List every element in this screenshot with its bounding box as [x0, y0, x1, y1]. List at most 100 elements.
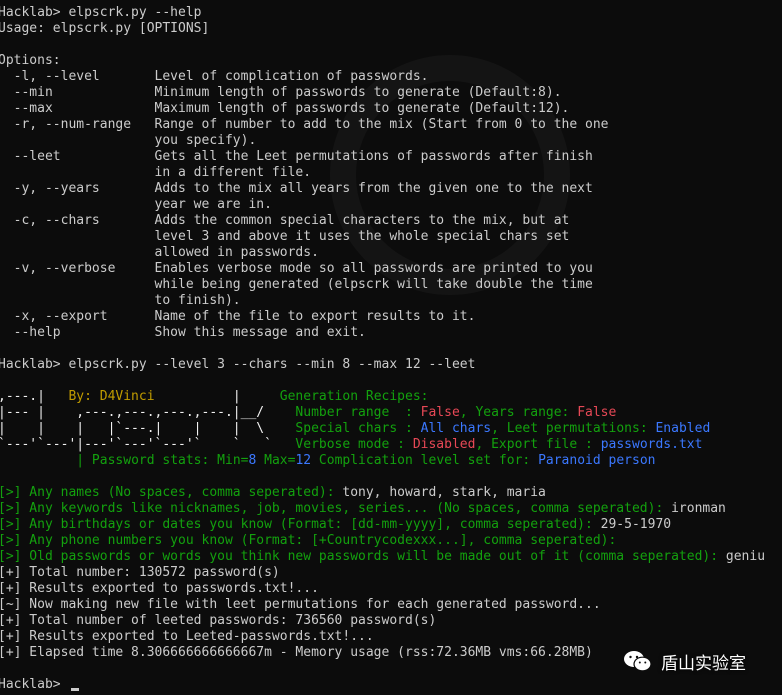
terminal-line: [~] Now making new file with leet permut… [0, 597, 765, 613]
terminal-line: Hacklab> elpscrk.py --help [0, 5, 765, 21]
terminal-line: [>] Old passwords or words you think new… [0, 549, 765, 565]
terminal-text: -y, --years Adds to the mix all years fr… [0, 181, 593, 196]
terminal-text: All chars [420, 421, 492, 436]
terminal-text: | [232, 389, 241, 404]
terminal-line: [+] Total number of leeted passwords: 73… [0, 613, 765, 629]
terminal-text: , Leet permutations: [491, 421, 656, 436]
terminal-text: `---'`---'|---'`---'`---'` ` ` [0, 437, 272, 452]
terminal-text: 29-5-1970 [600, 517, 672, 532]
terminal-text: geniu [725, 549, 766, 564]
wechat-icon [624, 651, 652, 672]
wechat-watermark: 盾山实验室 [623, 646, 746, 676]
terminal-text: Usage: elpscrk.py [OPTIONS] [0, 21, 210, 36]
terminal-text: [~] Now making new file with leet permut… [0, 597, 601, 612]
terminal-text: level 3 and above it uses the whole spec… [0, 229, 570, 244]
terminal-line: --leet Gets all the Leet permutations of… [0, 149, 765, 165]
terminal-line: | | | |`---.| | | \ Special chars : All … [0, 421, 765, 437]
terminal-line: [>] Any keywords like nicknames, job, mo… [0, 501, 765, 517]
terminal-text: Hacklab> elpscrk.py --help [0, 5, 202, 20]
watermark-label: 盾山实验室 [661, 653, 746, 674]
terminal-line: while being generated (elpscrk will take… [0, 277, 765, 293]
terminal-line: Usage: elpscrk.py [OPTIONS] [0, 21, 765, 37]
terminal-text: [>] Old passwords or words you think new… [0, 549, 726, 564]
terminal-line: Options: [0, 53, 765, 69]
terminal-text: Options: [0, 53, 61, 68]
terminal-text: Enabled [655, 421, 711, 436]
terminal-text: Hacklab> [0, 677, 69, 692]
terminal-window[interactable]: Hacklab> elpscrk.py --help Usage: elpscrk… [0, 0, 782, 695]
terminal-text: Number range : [271, 405, 421, 420]
terminal-text: Generation Recipes: [240, 389, 429, 404]
terminal-text: 12 [295, 453, 312, 468]
terminal-line: [+] Results exported to passwords.txt!..… [0, 581, 765, 597]
terminal-text: -v, --verbose Enables verbose mode so al… [0, 261, 593, 276]
terminal-line: you specify). [0, 133, 765, 149]
terminal-text: --help Show this message and exit. [0, 325, 366, 340]
terminal-line: |--- | ,---.,---.,---.,---.|__/ Number r… [0, 405, 765, 421]
terminal-text: [>] Any keywords like nicknames, job, mo… [0, 501, 672, 516]
terminal-line: ,---.| By: D4Vinci | Generation Recipes: [0, 389, 765, 405]
terminal-text: [+] Results exported to passwords.txt!..… [0, 581, 319, 596]
terminal-text: | | | |`---.| | | \ [0, 421, 272, 436]
terminal-text: -r, --num-range Range of number to add t… [0, 117, 609, 132]
terminal-text: Paranoid person [538, 453, 656, 468]
terminal-text: [+] Elapsed time 8.306666666666667m - Me… [0, 645, 593, 660]
terminal-text: year we are in. [0, 197, 272, 212]
terminal-line: [>] Any birthdays or dates you know (For… [0, 517, 765, 533]
terminal-text: while being generated (elpscrk will take… [0, 277, 593, 292]
terminal-text: --max Maximum length of passwords to gen… [0, 101, 570, 116]
terminal-line: -v, --verbose Enables verbose mode so al… [0, 261, 765, 277]
terminal-text: in a different file. [0, 165, 312, 180]
terminal-text: allowed in passwords. [0, 245, 319, 260]
terminal-line: to finish). [0, 293, 765, 309]
terminal-text: ,---.| [0, 389, 45, 404]
terminal-text: you specify). [0, 133, 257, 148]
terminal-text: Complication level set for: [311, 453, 539, 468]
terminal-line: in a different file. [0, 165, 765, 181]
terminal-line: -x, --export Name of the file to export … [0, 309, 765, 325]
terminal-text: [>] Any names (No spaces, comma seperate… [0, 485, 343, 500]
terminal-output: Hacklab> elpscrk.py --help Usage: elpscrk… [0, 5, 765, 693]
terminal-line: --min Minimum length of passwords to gen… [0, 85, 765, 101]
terminal-text: By: D4Vinci [44, 389, 233, 404]
terminal-text: --leet Gets all the Leet permutations of… [0, 149, 593, 164]
terminal-text: -c, --chars Adds the common special char… [0, 213, 570, 228]
terminal-line: -c, --chars Adds the common special char… [0, 213, 765, 229]
terminal-text: False [420, 405, 460, 420]
terminal-text: Special chars : [271, 421, 421, 436]
terminal-line: | Password stats: Min=8 Max=12 Complicat… [0, 453, 765, 469]
terminal-line: --help Show this message and exit. [0, 325, 765, 341]
terminal-text: | Password stats: Min= [76, 453, 249, 468]
terminal-line: Hacklab> elpscrk.py --level 3 --chars --… [0, 357, 765, 373]
terminal-text: [>] Any phone numbers you know (Format: … [0, 533, 617, 548]
terminal-text: -x, --export Name of the file to export … [0, 309, 476, 324]
terminal-text: -l, --level Level of complication of pas… [0, 69, 429, 84]
terminal-line: -l, --level Level of complication of pas… [0, 69, 765, 85]
terminal-line: allowed in passwords. [0, 245, 765, 261]
terminal-text: --min Minimum length of passwords to gen… [0, 85, 562, 100]
terminal-line: [>] Any phone numbers you know (Format: … [0, 533, 765, 549]
terminal-text: to finish). [0, 293, 241, 308]
terminal-line: year we are in. [0, 197, 765, 213]
terminal-line: --max Maximum length of passwords to gen… [0, 101, 765, 117]
terminal-text: , Years range: [459, 405, 578, 420]
terminal-line: Hacklab> [0, 677, 765, 693]
terminal-text: Hacklab> elpscrk.py --level 3 --chars --… [0, 357, 476, 372]
terminal-text: |--- | ,---.,---.,---.,---.|__/ [0, 405, 272, 420]
terminal-text: [>] Any birthdays or dates you know (For… [0, 517, 601, 532]
terminal-text: [+] Total number: 130572 password(s) [0, 565, 280, 580]
terminal-text: [+] Total number of leeted passwords: 73… [0, 613, 437, 628]
terminal-line: [>] Any names (No spaces, comma seperate… [0, 485, 765, 501]
terminal-cursor [71, 688, 79, 691]
terminal-line: `---'`---'|---'`---'`---'` ` ` Verbose m… [0, 437, 765, 453]
terminal-line: -r, --num-range Range of number to add t… [0, 117, 765, 133]
terminal-line: [+] Results exported to Leeted-passwords… [0, 629, 765, 645]
terminal-line: [+] Total number: 130572 password(s) [0, 565, 765, 581]
terminal-text: tony, howard, stark, maria [342, 485, 546, 500]
terminal-line: -y, --years Adds to the mix all years fr… [0, 181, 765, 197]
terminal-text: False [577, 405, 617, 420]
